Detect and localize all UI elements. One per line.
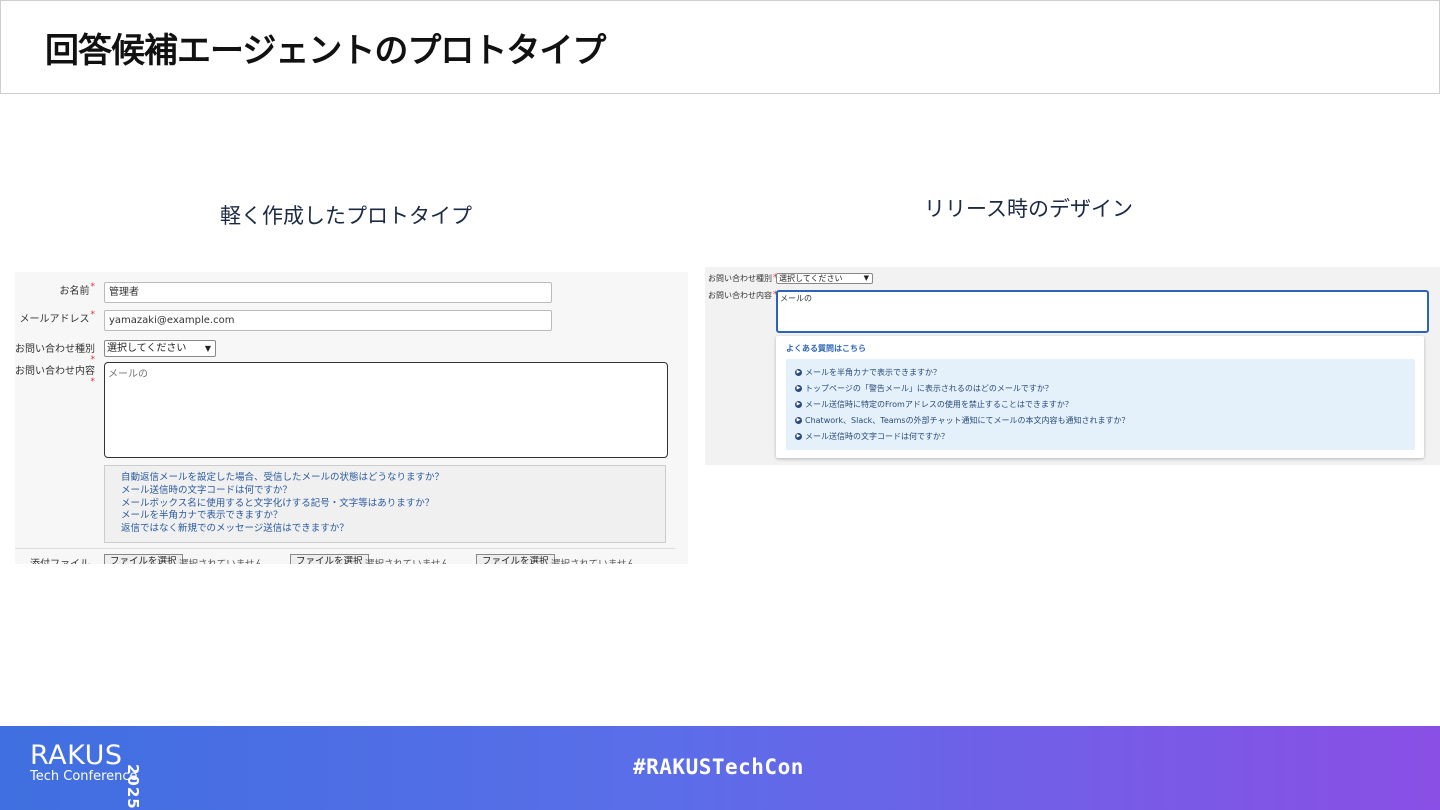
faq-card-title: よくある質問はこちら — [786, 344, 866, 353]
file-select-button[interactable]: ファイルを選択 — [104, 554, 183, 564]
title-bar: 回答候補エージェントのプロトタイプ — [0, 0, 1440, 94]
faq-link[interactable]: ▶ メール送信時の文字コードは何ですか？ — [795, 431, 949, 442]
chevron-down-icon: ▼ — [863, 274, 869, 282]
faq-link[interactable]: メールを半角カナで表示できますか？ — [121, 510, 665, 523]
slide-title: 回答候補エージェントのプロトタイプ — [45, 31, 606, 71]
divider — [15, 548, 675, 549]
inquiry-content-textarea[interactable]: メールの — [104, 362, 668, 458]
chevron-right-icon: ▶ — [795, 417, 802, 424]
faq-link[interactable]: メールボックス名に使用すると文字化けする記号・文字等はありますか？ — [121, 498, 665, 511]
file-select-button[interactable]: ファイルを選択 — [290, 554, 369, 564]
right-column-heading: リリース時のデザイン — [924, 197, 1133, 221]
logo-main-text: RAKUS — [30, 740, 123, 771]
logo-year: 2025 — [124, 764, 142, 810]
faq-link[interactable]: ▶ メールを半角カナで表示できますか？ — [795, 367, 941, 378]
faq-link[interactable]: 返信ではなく新規でのメッセージ送信はできますか？ — [121, 523, 665, 536]
faq-card: よくある質問はこちら ▶ メールを半角カナで表示できますか？ ▶ トップページの「警… — [776, 336, 1424, 458]
name-input[interactable]: 管理者 — [104, 282, 552, 303]
faq-link[interactable]: ▶ トップページの「警告メール」に表示されるのはどのメールですか？ — [795, 383, 1053, 394]
inquiry-type-selected: 選択してください — [779, 274, 843, 283]
faq-link[interactable]: ▶ Chatwork、Slack、Teamsの外部チャット通知にてメールの本文内容… — [795, 415, 1130, 426]
inquiry-type-selected: 選択してください — [107, 343, 187, 354]
email-label: メールアドレス* — [19, 310, 96, 325]
inquiry-content-label: お問い合わせ内容* — [708, 290, 778, 300]
footer-banner: RAKUS Tech Conference 2025 #RAKUSTechCon — [0, 726, 1440, 810]
inquiry-content-label: お問い合わせ内容* — [15, 366, 95, 387]
faq-link[interactable]: ▶ メール送信時に特定のFromアドレスの使用を禁止することはできますか？ — [795, 399, 1073, 410]
prototype-screenshot: お名前* 管理者 メールアドレス* yamazaki@example.com お… — [15, 272, 688, 564]
inquiry-type-select[interactable]: 選択してください ▼ — [104, 340, 216, 357]
faq-link[interactable]: 自動返信メールを設定した場合、受信したメールの状態はどうなりますか？ — [121, 472, 665, 485]
attachment-label: 添付ファイル — [30, 555, 90, 564]
file-status: 選択されていません — [365, 556, 450, 564]
chevron-right-icon: ▶ — [795, 369, 802, 376]
inquiry-type-select[interactable]: 選択してください ▼ — [776, 273, 873, 284]
rakus-logo: RAKUS Tech Conference 2025 — [30, 740, 142, 810]
file-select-button[interactable]: ファイルを選択 — [476, 554, 555, 564]
file-status: 選択されていません — [551, 556, 636, 564]
inquiry-content-textarea[interactable]: メールの — [776, 290, 1429, 333]
release-screenshot: お問い合わせ種別* 選択してください ▼ お問い合わせ内容* メールの よくある… — [705, 267, 1440, 465]
chevron-right-icon: ▶ — [795, 385, 802, 392]
hashtag: #RAKUSTechCon — [633, 755, 804, 779]
faq-suggestions: 自動返信メールを設定した場合、受信したメールの状態はどうなりますか？ メール送信… — [104, 465, 666, 543]
chevron-right-icon: ▶ — [795, 401, 802, 408]
chevron-right-icon: ▶ — [795, 433, 802, 440]
inquiry-type-label: お問い合わせ種別* — [708, 273, 778, 283]
faq-list: ▶ メールを半角カナで表示できますか？ ▶ トップページの「警告メール」に表示される… — [786, 359, 1415, 450]
email-input[interactable]: yamazaki@example.com — [104, 310, 552, 331]
chevron-down-icon: ▼ — [204, 344, 211, 353]
logo-sub-text: Tech Conference — [30, 769, 138, 784]
file-status: 選択されていません — [179, 556, 264, 564]
faq-link[interactable]: メール送信時の文字コードは何ですか？ — [121, 485, 665, 498]
left-column-heading: 軽く作成したプロトタイプ — [220, 204, 472, 228]
name-label: お名前* — [59, 282, 96, 297]
